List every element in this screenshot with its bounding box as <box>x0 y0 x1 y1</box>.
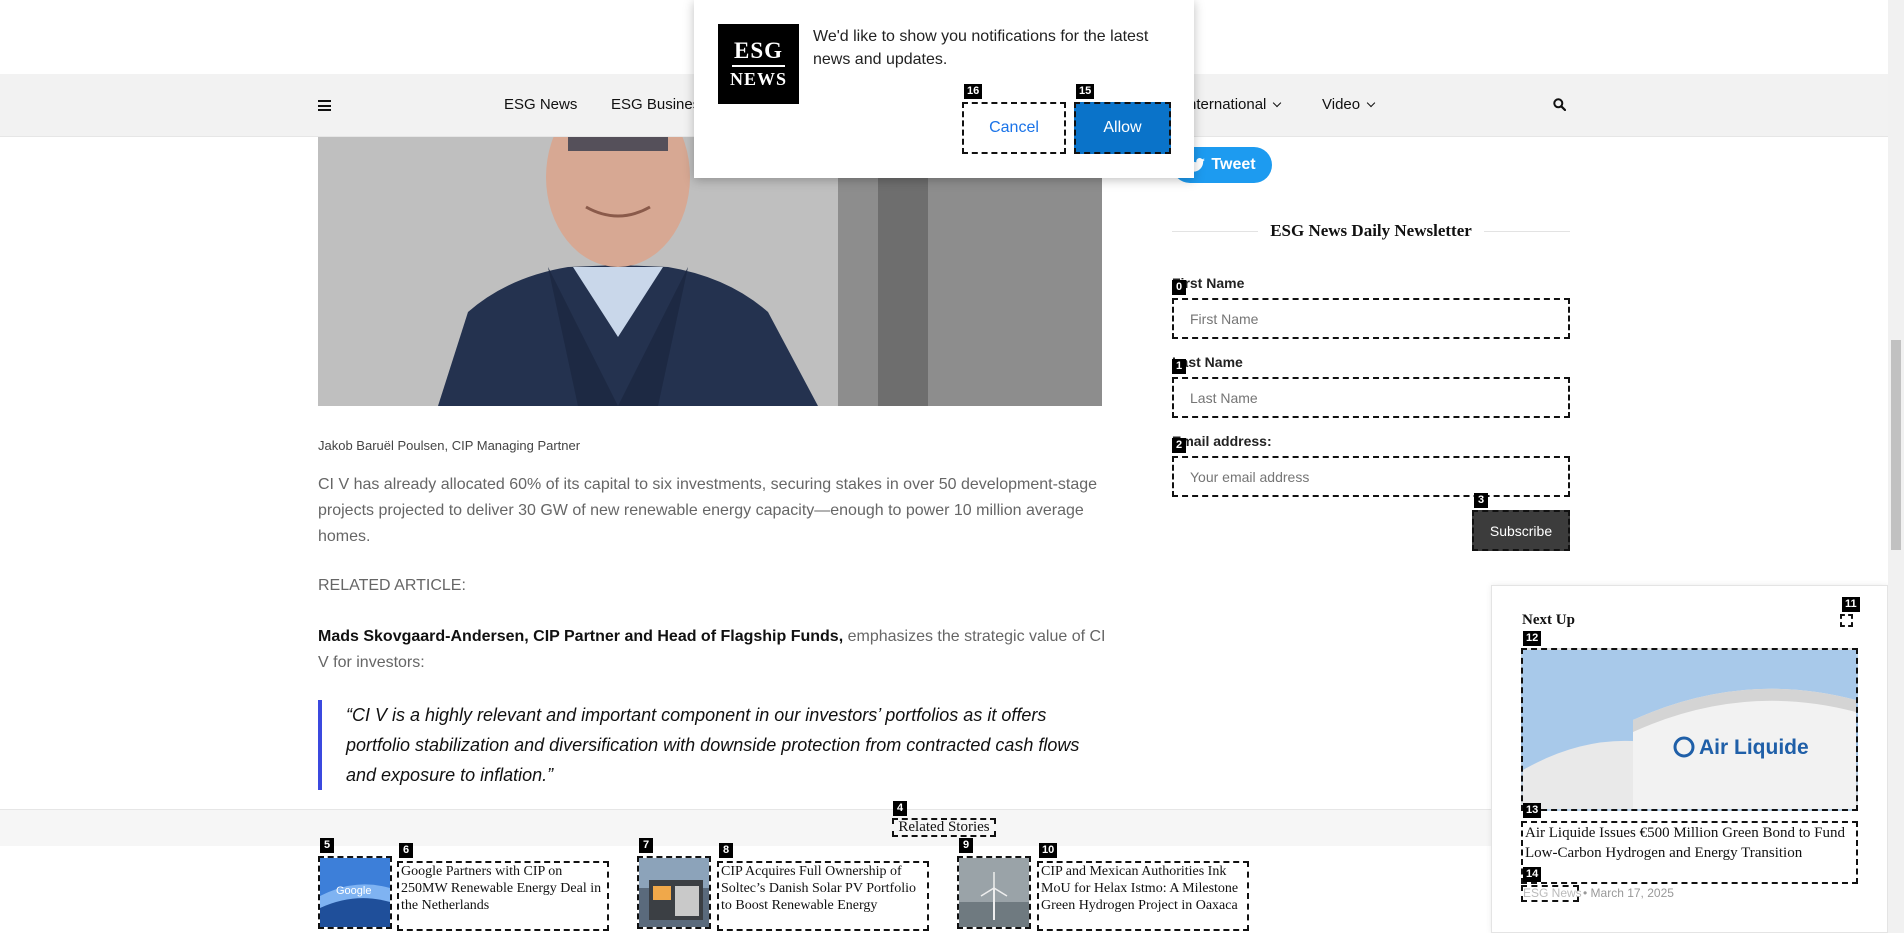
hamburger-icon[interactable] <box>318 100 331 111</box>
chevron-down-icon <box>1273 98 1282 108</box>
element-marker: 0 <box>1172 280 1186 295</box>
element-marker: 15 <box>1076 84 1095 99</box>
image-caption: Jakob Baruël Poulsen, CIP Managing Partn… <box>318 438 581 453</box>
search-icon[interactable] <box>1553 98 1566 111</box>
next-up-date: • March 17, 2025 <box>1583 886 1674 900</box>
related-thumbnail-solar[interactable] <box>637 856 711 929</box>
element-marker: 13 <box>1523 803 1542 818</box>
google-building-image: Google <box>320 858 390 927</box>
element-marker: 4 <box>893 801 907 816</box>
esg-news-logo: ESG NEWS <box>718 24 799 104</box>
related-stories-title[interactable]: Related Stories <box>892 818 996 837</box>
last-name-input[interactable] <box>1172 377 1570 418</box>
element-marker: 11 <box>1842 597 1860 612</box>
element-marker: 10 <box>1039 843 1058 858</box>
element-marker: 12 <box>1523 631 1542 646</box>
related-article-label: RELATED ARTICLE: <box>318 577 466 594</box>
article-paragraph: Mads Skovgaard-Andersen, CIP Partner and… <box>318 624 1108 676</box>
air-liquide-tank-image: Air Liquide <box>1523 650 1856 809</box>
close-icon[interactable] <box>1840 614 1853 627</box>
element-marker: 5 <box>320 838 334 853</box>
next-up-category-link[interactable]: ESG News <box>1521 885 1582 902</box>
email-label: Email address: <box>1172 433 1272 449</box>
element-marker: 1 <box>1172 359 1186 374</box>
cancel-button[interactable]: Cancel <box>962 102 1066 154</box>
related-story-link[interactable]: Google Partners with CIP on 250MW Renewa… <box>397 861 609 931</box>
popup-message: We'd like to show you notifications for … <box>813 28 1149 68</box>
newsletter-title: ESG News Daily Newsletter <box>1270 221 1472 240</box>
wind-turbine-image <box>959 858 1029 927</box>
element-marker: 2 <box>1172 438 1186 453</box>
next-up-headline-link[interactable]: Air Liquide Issues €500 Million Green Bo… <box>1521 821 1858 884</box>
related-stories-header <box>0 809 1491 846</box>
tweet-label: Tweet <box>1211 156 1256 173</box>
scrollbar-thumb[interactable] <box>1891 340 1901 550</box>
next-up-image[interactable]: Air Liquide <box>1521 648 1858 811</box>
first-name-input[interactable] <box>1172 298 1570 339</box>
nav-item-international-label: nternational <box>1188 96 1267 113</box>
element-marker: 7 <box>639 838 653 853</box>
element-marker: 16 <box>964 84 983 99</box>
next-up-title: Next Up <box>1522 612 1575 628</box>
related-thumbnail-hydrogen[interactable] <box>957 856 1031 929</box>
air-liquide-logo-text: Air Liquide <box>1699 736 1809 759</box>
element-marker: 8 <box>719 843 733 858</box>
element-marker: 6 <box>399 843 413 858</box>
subscribe-button[interactable]: Subscribe <box>1472 510 1570 551</box>
page: ESG News ESG Business nternational Video… <box>0 0 1904 933</box>
modern-building-image <box>639 858 709 927</box>
element-marker: 9 <box>959 838 973 853</box>
quoted-person-name: Mads Skovgaard-Andersen, CIP Partner and… <box>318 628 844 645</box>
allow-button[interactable]: Allow <box>1074 102 1171 154</box>
article-blockquote: “CI V is a highly relevant and important… <box>318 700 1108 790</box>
element-marker: 3 <box>1474 493 1488 508</box>
nav-item-video-label: Video <box>1322 96 1361 113</box>
email-input[interactable] <box>1172 456 1570 497</box>
nav-item-esg-news[interactable]: ESG News <box>504 96 577 113</box>
element-marker: 14 <box>1523 867 1542 882</box>
related-story-link[interactable]: CIP and Mexican Authorities Ink MoU for … <box>1037 861 1249 931</box>
article-paragraph: CI V has already allocated 60% of its ca… <box>318 476 1098 545</box>
svg-text:Google: Google <box>336 885 371 897</box>
nav-item-international[interactable]: nternational <box>1188 96 1282 113</box>
related-story-link[interactable]: CIP Acquires Full Ownership of Soltec’s … <box>717 861 929 931</box>
chevron-down-icon <box>1366 98 1376 108</box>
related-thumbnail-google[interactable]: Google <box>318 856 392 929</box>
nav-item-video[interactable]: Video <box>1322 96 1376 113</box>
